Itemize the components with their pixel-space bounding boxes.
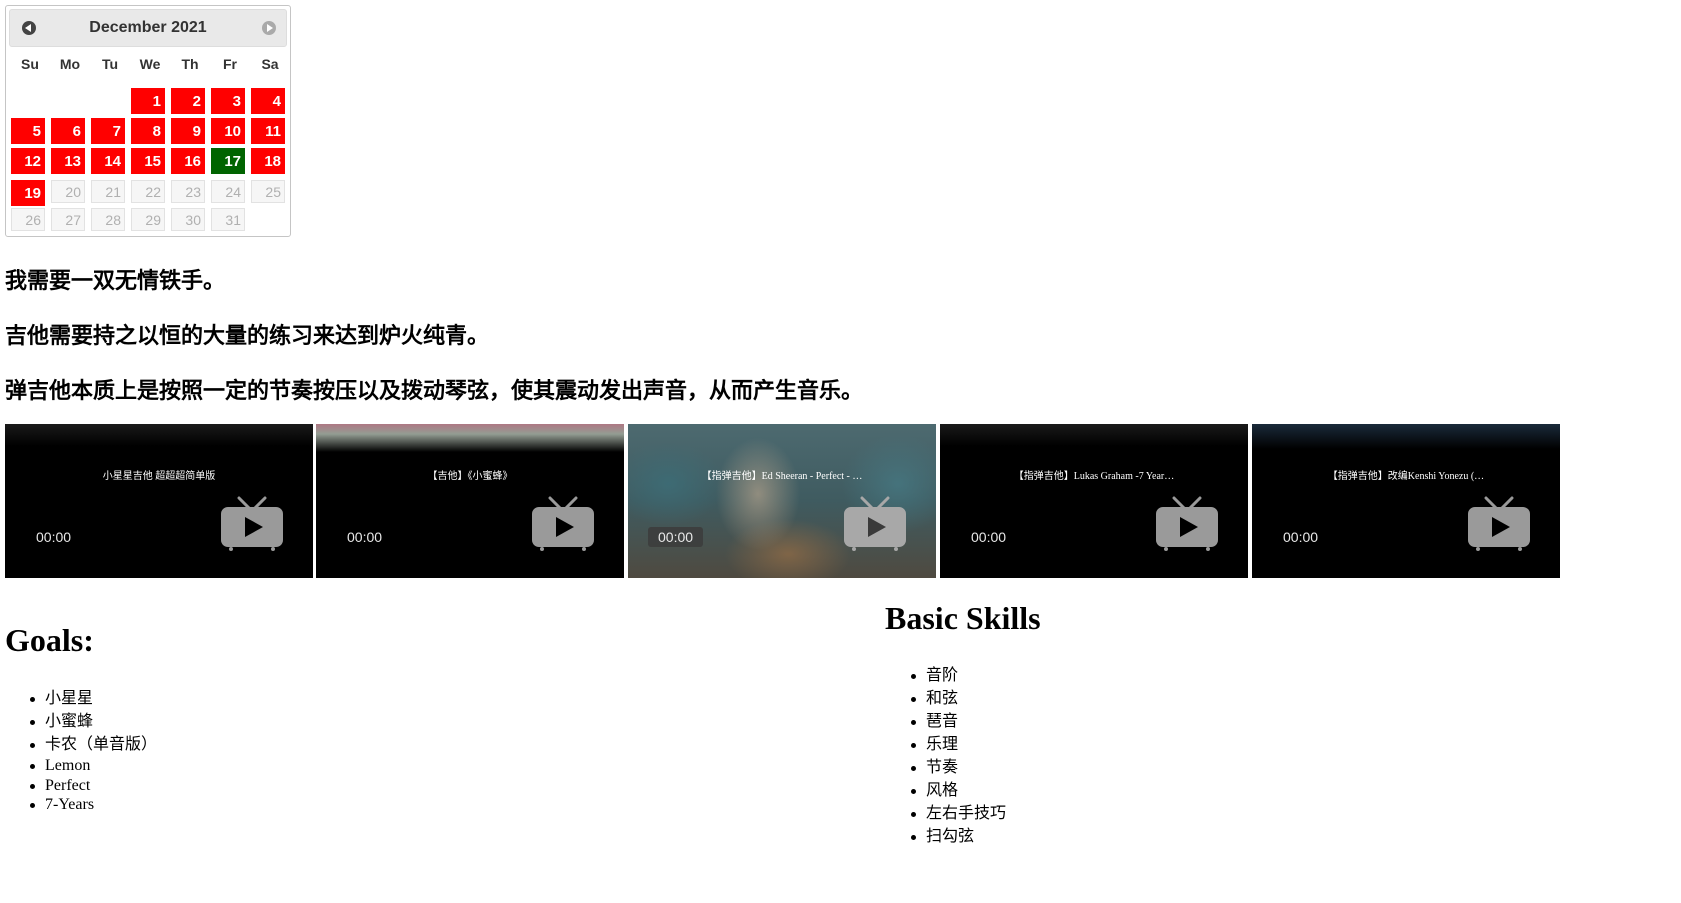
calendar-day[interactable]: 10 [211, 118, 245, 144]
calendar-month-title: December 2021 [89, 19, 207, 36]
calendar-day[interactable]: 12 [11, 148, 45, 174]
weekday-label: Mo [59, 56, 81, 72]
calendar-day[interactable]: 18 [251, 148, 285, 174]
goal-item: 小星星 [5, 687, 157, 710]
calendar-day-today[interactable]: 17 [211, 148, 245, 174]
calendar-day[interactable]: 1 [131, 88, 165, 114]
calendar-day[interactable]: 23 [171, 180, 205, 203]
weekday-label: Tu [101, 56, 119, 72]
calendar-day[interactable]: 20 [51, 180, 85, 203]
video-time: 00:00 [648, 527, 704, 547]
skill-item: 音阶 [886, 664, 1006, 687]
video-time: 00:00 [971, 529, 1007, 545]
calendar-day[interactable]: 2 [171, 88, 205, 114]
video-time: 00:00 [1283, 529, 1319, 545]
calendar-day[interactable]: 19 [11, 180, 45, 206]
video-time: 00:00 [347, 529, 383, 545]
calendar-day[interactable]: 4 [251, 88, 285, 114]
video-player[interactable]: 小星星吉他 超超超简单版 00:00 [5, 424, 313, 578]
calendar-day[interactable]: 21 [91, 180, 125, 203]
calendar-day[interactable]: 6 [51, 118, 85, 144]
video-title: 【吉他】《小蜜蜂》 [427, 471, 513, 482]
calendar-day[interactable]: 22 [131, 180, 165, 203]
weekday-label: We [139, 56, 161, 72]
skill-item: 左右手技巧 [886, 802, 1006, 825]
skill-item: 风格 [886, 779, 1006, 802]
calendar-day[interactable]: 11 [251, 118, 285, 144]
intro-line: 我需要一双无情铁手。 [5, 268, 226, 293]
calendar-day[interactable]: 14 [91, 148, 125, 174]
skill-item: 琶音 [886, 710, 1006, 733]
video-player[interactable]: 【指弹吉他】Ed Sheeran - Perfect - … 00:00 [628, 424, 936, 578]
goal-item: 小蜜蜂 [5, 710, 157, 733]
tv-play-icon[interactable] [1466, 496, 1532, 552]
skill-item: 节奏 [886, 756, 1006, 779]
video-title: 【指弹吉他】改编Kenshi Yonezu (… [1327, 471, 1485, 482]
intro-line: 弹吉他本质上是按照一定的节奏按压以及拨动琴弦，使其震动发出声音，从而产生音乐。 [5, 378, 864, 403]
goal-item: Perfect [5, 776, 157, 796]
skill-item: 扫勾弦 [886, 825, 1006, 848]
video-player[interactable]: 【吉他】《小蜜蜂》 00:00 [316, 424, 624, 578]
calendar-day[interactable]: 13 [51, 148, 85, 174]
datepicker-calendar: December 2021 Su Mo Tu We Th Fr Sa 12345… [5, 5, 291, 237]
calendar-day[interactable]: 28 [91, 208, 125, 231]
calendar-day[interactable]: 29 [131, 208, 165, 231]
skill-item: 乐理 [886, 733, 1006, 756]
calendar-day[interactable]: 30 [171, 208, 205, 231]
calendar-day[interactable]: 26 [11, 208, 45, 231]
weekday-label: Th [181, 56, 199, 72]
tv-play-icon[interactable] [530, 496, 596, 552]
video-title: 小星星吉他 超超超简单版 [102, 471, 216, 482]
intro-line: 吉他需要持之以恒的大量的练习来达到炉火纯青。 [5, 323, 490, 348]
calendar-day[interactable]: 25 [251, 180, 285, 203]
tv-play-icon[interactable] [219, 496, 285, 552]
calendar-day[interactable]: 8 [131, 118, 165, 144]
tv-play-icon[interactable] [1154, 496, 1220, 552]
weekday-label: Fr [223, 56, 237, 72]
calendar-day[interactable]: 16 [171, 148, 205, 174]
calendar-day[interactable]: 5 [11, 118, 45, 144]
video-title: 【指弹吉他】Ed Sheeran - Perfect - … [701, 471, 863, 482]
calendar-day[interactable]: 24 [211, 180, 245, 203]
skill-item: 和弦 [886, 687, 1006, 710]
video-time: 00:00 [36, 529, 72, 545]
video-player[interactable]: 【指弹吉他】改编Kenshi Yonezu (… 00:00 [1252, 424, 1560, 578]
skills-list: 音阶 和弦 琶音 乐理 节奏 风格 左右手技巧 扫勾弦 [886, 664, 1006, 848]
calendar-day[interactable]: 15 [131, 148, 165, 174]
tv-play-icon[interactable] [842, 496, 908, 552]
calendar-day[interactable]: 27 [51, 208, 85, 231]
next-month-icon[interactable] [262, 21, 276, 35]
calendar-header: December 2021 [9, 9, 287, 47]
weekday-label: Su [21, 56, 39, 72]
calendar-day[interactable]: 31 [211, 208, 245, 231]
goals-heading: Goals: [5, 622, 94, 658]
weekday-label: Sa [261, 56, 279, 72]
video-player[interactable]: 【指弹吉他】Lukas Graham -7 Year… 00:00 [940, 424, 1248, 578]
calendar-day[interactable]: 9 [171, 118, 205, 144]
calendar-day[interactable]: 3 [211, 88, 245, 114]
calendar-day[interactable]: 7 [91, 118, 125, 144]
goals-list: 小星星 小蜜蜂 卡农（单音版） Lemon Perfect 7-Years [5, 687, 157, 815]
goal-item: 卡农（单音版） [5, 733, 157, 756]
goal-item: Lemon [5, 756, 157, 776]
video-title: 【指弹吉他】Lukas Graham -7 Year… [1013, 471, 1175, 482]
goal-item: 7-Years [5, 795, 157, 815]
skills-heading: Basic Skills [885, 600, 1041, 636]
